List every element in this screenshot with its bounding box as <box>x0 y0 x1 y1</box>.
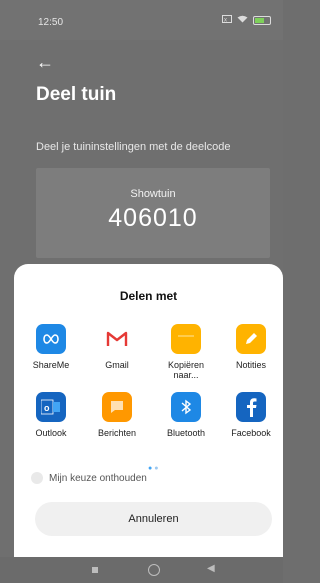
remember-checkbox[interactable] <box>31 472 43 484</box>
facebook-icon <box>236 392 266 422</box>
copy-to-icon <box>171 324 201 354</box>
share-code-card: Showtuin 406010 <box>36 168 270 258</box>
navigation-bar: ◀ <box>0 557 283 583</box>
status-bar: 12:50 x <box>0 0 283 40</box>
page-indicator: ●● <box>148 465 161 472</box>
shareme-icon <box>36 324 66 354</box>
page-title: Deel tuin <box>36 84 117 105</box>
remember-choice[interactable]: Mijn keuze onthouden <box>31 472 147 484</box>
share-app-label: Kopiëren naar... <box>167 360 205 380</box>
battery-icon <box>253 16 271 25</box>
back-arrow-icon[interactable]: ← <box>36 52 54 73</box>
share-app-copy-to[interactable]: Kopiëren naar... <box>156 324 216 380</box>
share-sheet: Delen met ShareMe Gmail Kopiëren naar...… <box>14 264 283 557</box>
status-icons: x <box>222 15 271 26</box>
share-app-label: ShareMe <box>32 360 70 370</box>
share-app-label: Gmail <box>105 360 129 370</box>
share-sheet-title: Delen met <box>119 289 178 303</box>
garden-name: Showtuin <box>130 188 176 200</box>
home-icon[interactable] <box>148 564 160 576</box>
bluetooth-icon <box>171 392 201 422</box>
outlook-icon: o <box>36 392 66 422</box>
svg-text:o: o <box>44 403 50 413</box>
back-icon[interactable]: ◀ <box>207 563 215 574</box>
share-app-gmail[interactable]: Gmail <box>87 324 147 370</box>
share-app-notes[interactable]: Notities <box>221 324 281 370</box>
share-app-label: Outlook <box>35 428 67 438</box>
recent-apps-icon[interactable] <box>92 567 98 573</box>
cancel-button[interactable]: Annuleren <box>35 502 272 536</box>
share-app-label: Facebook <box>231 428 271 438</box>
remember-label: Mijn keuze onthouden <box>49 472 147 484</box>
share-code: 406010 <box>108 204 198 232</box>
notes-icon <box>236 324 266 354</box>
share-app-facebook[interactable]: Facebook <box>221 392 281 438</box>
status-time: 12:50 <box>38 17 64 28</box>
sim-icon: x <box>222 15 232 26</box>
messages-icon <box>102 392 132 422</box>
share-app-label: Bluetooth <box>166 428 206 438</box>
share-description: Deel je tuininstellingen met de deelcode <box>36 141 231 153</box>
share-app-label: Notities <box>235 360 266 370</box>
share-app-shareme[interactable]: ShareMe <box>21 324 81 370</box>
share-app-messages[interactable]: Berichten <box>87 392 147 438</box>
share-app-outlook[interactable]: o Outlook <box>21 392 81 438</box>
share-app-bluetooth[interactable]: Bluetooth <box>156 392 216 438</box>
share-app-label: Berichten <box>97 428 137 438</box>
gmail-icon <box>102 324 132 354</box>
svg-text:x: x <box>224 18 227 24</box>
wifi-icon <box>237 15 248 26</box>
